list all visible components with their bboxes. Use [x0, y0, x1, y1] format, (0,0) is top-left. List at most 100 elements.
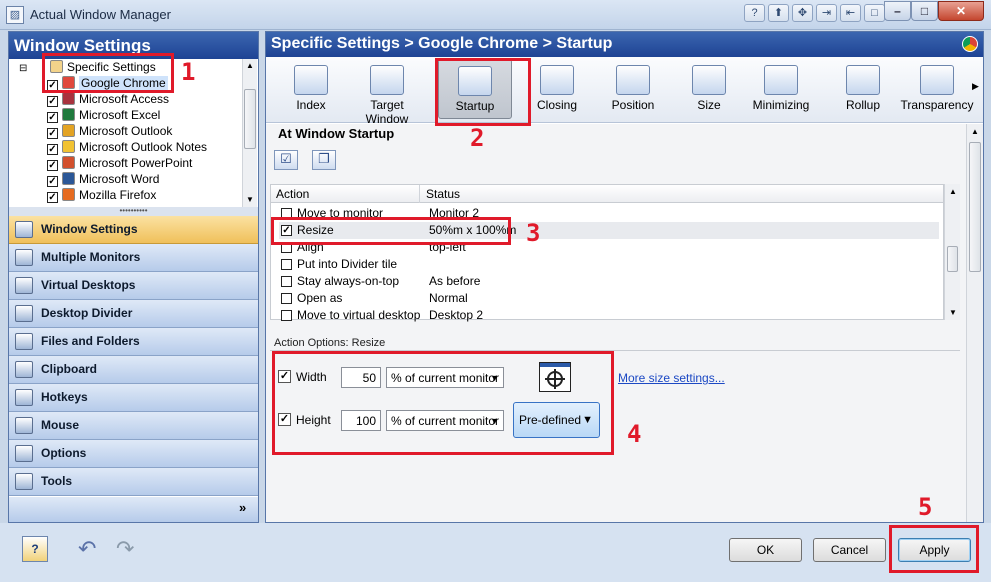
tool-tab-label: Minimizing	[752, 98, 810, 112]
nav-item-label: Mouse	[41, 418, 80, 432]
restore-icon[interactable]: □	[864, 4, 885, 22]
nav-item-label: Window Settings	[41, 222, 138, 236]
move-icon[interactable]: ✥	[792, 4, 813, 22]
nav-item-label: Options	[41, 446, 87, 460]
col-divider	[419, 185, 420, 203]
cancel-button[interactable]: Cancel	[813, 538, 886, 562]
tree-item[interactable]: ✓ Microsoft PowerPoint	[47, 155, 192, 171]
content-scrollbar[interactable]: ▲	[966, 124, 983, 522]
tree-item-label: Microsoft Outlook Notes	[79, 140, 208, 154]
nav-item[interactable]: Hotkeys	[9, 384, 258, 412]
tool-tab[interactable]: Index	[274, 59, 348, 119]
tool-tab[interactable]: Size	[672, 59, 746, 119]
tree-item-label: Microsoft Excel	[79, 108, 161, 122]
help-icon[interactable]: ?	[22, 536, 48, 562]
expand-toggle-icon[interactable]: ⊟	[19, 61, 28, 77]
action-checkbox[interactable]	[281, 293, 292, 304]
redo-icon[interactable]: ↷	[116, 536, 134, 562]
nav-item[interactable]: Virtual Desktops	[9, 272, 258, 300]
app-icon	[62, 140, 75, 153]
window-title: Actual Window Manager	[30, 7, 171, 22]
scroll-down-icon[interactable]: ▼	[246, 195, 254, 204]
copy-settings-icon[interactable]: ❐	[312, 150, 336, 170]
nav-more-icon[interactable]: »	[239, 500, 246, 515]
grid-scroll-down-icon[interactable]: ▼	[949, 308, 957, 317]
nav-item[interactable]: Clipboard	[9, 356, 258, 384]
grid-header: Action Status	[271, 185, 943, 203]
nav-icon	[15, 249, 33, 266]
tree-item[interactable]: ✓ Microsoft Access	[47, 91, 169, 107]
app-icon	[62, 188, 75, 201]
tool-tab[interactable]: Position	[596, 59, 670, 119]
content-area: At Window Startup ☑ ❐ Action Status Move…	[266, 124, 966, 522]
nav-item[interactable]: Files and Folders	[9, 328, 258, 356]
annotation-number-2: 2	[470, 124, 485, 152]
annotation-box-1	[42, 53, 174, 93]
tool-tab[interactable]: Closing	[520, 59, 594, 119]
col-action-header[interactable]: Action	[276, 187, 309, 201]
nav-item[interactable]: Options	[9, 440, 258, 468]
tree-item[interactable]: ✓ Microsoft Outlook Notes	[47, 139, 207, 155]
tool-tab[interactable]: Target Window	[350, 59, 424, 126]
tree-item[interactable]: ✓ Microsoft Excel	[47, 107, 160, 123]
send-icon[interactable]: ⇥	[816, 4, 837, 22]
tool-tab[interactable]: Rollup	[826, 59, 900, 119]
more-size-settings-link[interactable]: More size settings...	[618, 371, 725, 385]
annotation-number-1: 1	[181, 58, 196, 86]
nav-item[interactable]: Desktop Divider	[9, 300, 258, 328]
action-checkbox[interactable]	[281, 276, 292, 287]
col-status-header[interactable]: Status	[426, 187, 460, 201]
options-title: Action Options: Resize	[274, 337, 386, 349]
check-all-icon[interactable]: ☑	[274, 150, 298, 170]
grid-scrollbar[interactable]: ▲ ▼	[944, 184, 960, 320]
pin-icon[interactable]: ⬆	[768, 4, 789, 22]
scroll-up-icon[interactable]: ▲	[246, 61, 254, 70]
annotation-number-5: 5	[918, 493, 933, 521]
tool-tab[interactable]: Transparency	[900, 59, 974, 119]
nav-item-label: Tools	[41, 474, 73, 488]
tool-tab[interactable]: Minimizing	[744, 59, 818, 119]
action-status: Normal	[429, 291, 468, 305]
action-checkbox[interactable]	[281, 259, 292, 270]
action-row[interactable]: Stay always-on-top As before	[279, 273, 939, 290]
action-row[interactable]: Put into Divider tile	[279, 256, 939, 273]
content-scroll-thumb[interactable]	[969, 142, 981, 272]
tree-checkbox[interactable]: ✓	[47, 112, 58, 123]
undo-icon[interactable]: ↶	[78, 536, 96, 562]
tree-checkbox[interactable]: ✓	[47, 192, 58, 203]
tree-item[interactable]: ✓ Microsoft Word	[47, 171, 159, 187]
rollup-icon[interactable]: ⇤	[840, 4, 861, 22]
nav-item-label: Virtual Desktops	[41, 278, 136, 292]
minimize-button[interactable]: –	[884, 1, 911, 21]
ok-button[interactable]: OK	[729, 538, 802, 562]
action-row[interactable]: Open as Normal	[279, 290, 939, 307]
action-checkbox[interactable]	[281, 310, 292, 321]
nav-icon	[15, 361, 33, 378]
app-icon	[62, 156, 75, 169]
grid-scroll-up-icon[interactable]: ▲	[949, 187, 957, 196]
tree-item[interactable]: ✓ Mozilla Firefox	[47, 187, 156, 203]
title-bar: ▨ Actual Window Manager ? ⬆ ✥ ⇥ ⇤ □ – □ …	[0, 0, 991, 30]
help-title-icon[interactable]: ?	[744, 4, 765, 22]
nav-item[interactable]: Multiple Monitors	[9, 244, 258, 272]
tree-checkbox[interactable]: ✓	[47, 144, 58, 155]
annotation-box-2	[435, 58, 531, 126]
grid-scroll-thumb[interactable]	[947, 246, 958, 272]
nav-item[interactable]: Mouse	[9, 412, 258, 440]
maximize-button[interactable]: □	[911, 1, 938, 21]
nav-item[interactable]: Tools	[9, 468, 258, 496]
section-title: At Window Startup	[278, 126, 395, 141]
tool-tab-label: Size	[697, 98, 721, 112]
tree-scroll-thumb[interactable]	[244, 89, 256, 149]
tree-checkbox[interactable]: ✓	[47, 128, 58, 139]
nav-item[interactable]: Window Settings	[9, 216, 258, 244]
tree-checkbox[interactable]: ✓	[47, 160, 58, 171]
tree-scrollbar[interactable]: ▲ ▼	[242, 59, 257, 207]
tree-checkbox[interactable]: ✓	[47, 176, 58, 187]
close-button[interactable]: ✕	[938, 1, 984, 21]
content-scroll-up-icon[interactable]: ▲	[971, 127, 979, 136]
tree-item[interactable]: ✓ Microsoft Outlook	[47, 123, 172, 139]
action-row[interactable]: Move to virtual desktop Desktop 2	[279, 307, 939, 324]
nav-icon	[15, 333, 33, 350]
tree-checkbox[interactable]: ✓	[47, 96, 58, 107]
